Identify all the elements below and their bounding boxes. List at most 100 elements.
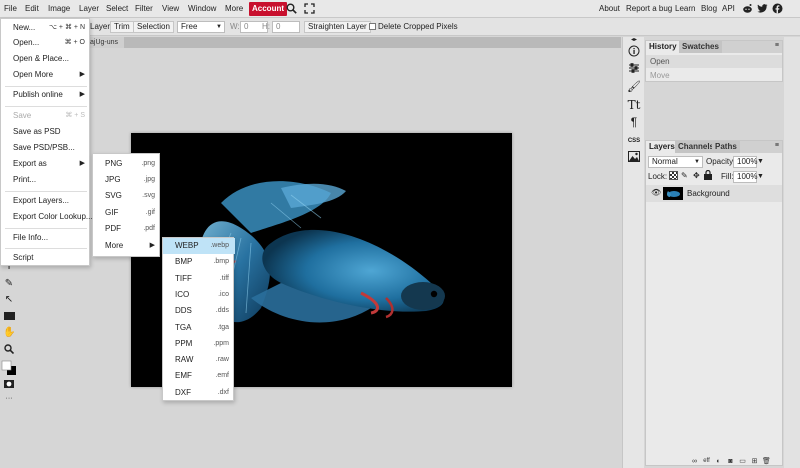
facebook-icon[interactable] (772, 3, 783, 14)
menu-item-save-as-psd[interactable]: Save as PSD (1, 124, 91, 140)
adjustment-layer-icon[interactable]: ◐ (714, 457, 723, 466)
lock-all-icon[interactable] (704, 169, 712, 182)
export-svg[interactable]: SVG .svg (93, 188, 161, 204)
export-ico[interactable]: ICO .ico (163, 287, 235, 303)
opacity-dropdown-icon[interactable]: ▼ (757, 156, 764, 168)
menu-window[interactable]: Window (188, 0, 216, 18)
zoom-tool-icon[interactable] (3, 344, 15, 356)
trim-button[interactable]: Trim (110, 21, 134, 33)
more-tools-icon[interactable]: ··· (3, 393, 15, 405)
panel-menu-icon[interactable]: ≡ (775, 142, 779, 149)
account-button[interactable]: Account (249, 2, 287, 16)
link-report-bug[interactable]: Report a bug (626, 0, 672, 18)
export-raw[interactable]: RAW .raw (163, 352, 235, 368)
delete-layer-icon[interactable]: 🗑 (762, 457, 771, 466)
menu-item-open[interactable]: Open... ⌘ + O (1, 35, 91, 51)
menu-item-save[interactable]: Save ⌘ + S (1, 108, 91, 124)
export-dxf[interactable]: DXF .dxf (163, 385, 235, 401)
link-layers-icon[interactable]: ∞ (690, 457, 699, 466)
link-blog[interactable]: Blog (701, 0, 717, 18)
menu-image[interactable]: Image (48, 0, 70, 18)
export-jpg[interactable]: JPG .jpg (93, 172, 161, 188)
image-icon[interactable] (627, 151, 641, 165)
fullscreen-icon[interactable] (304, 3, 315, 14)
export-tiff[interactable]: TIFF .tiff (163, 271, 235, 287)
menu-item-file-info[interactable]: File Info... (1, 230, 91, 246)
panel-scrollbar[interactable] (784, 37, 800, 468)
menu-item-new[interactable]: New... ⌥ + ⌘ + N (1, 20, 91, 36)
menu-item-publish-online[interactable]: Publish online ▶ (1, 87, 91, 103)
menu-item-print[interactable]: Print... (1, 172, 91, 188)
menu-item-export-color-lookup[interactable]: Export Color Lookup... (1, 209, 93, 225)
new-layer-icon[interactable]: ⊞ (750, 457, 759, 466)
search-icon[interactable] (286, 3, 297, 14)
history-entry[interactable]: Open (646, 55, 782, 68)
lock-position-icon[interactable]: ✥ (693, 170, 700, 182)
delete-cropped-checkbox[interactable]: Delete Cropped Pixels (369, 21, 458, 33)
link-about[interactable]: About (599, 0, 620, 18)
menu-file[interactable]: File (4, 0, 17, 18)
collapse-panels-icon[interactable]: ◂▸ (627, 36, 641, 44)
link-learn[interactable]: Learn (675, 0, 695, 18)
tab-swatches[interactable]: Swatches (679, 41, 722, 53)
menu-item-save-psd-psb[interactable]: Save PSD/PSB... (1, 140, 91, 156)
checkbox-box[interactable] (369, 23, 376, 30)
export-pdf[interactable]: PDF .pdf (93, 221, 161, 237)
selection-button[interactable]: Selection (133, 21, 174, 33)
menu-more[interactable]: More (225, 0, 243, 18)
lock-pixels-icon[interactable]: ✎ (681, 170, 688, 182)
tab-history[interactable]: History (646, 41, 680, 53)
menu-edit[interactable]: Edit (25, 0, 39, 18)
opacity-input[interactable]: 100% (733, 156, 757, 168)
export-more[interactable]: More ▶ (93, 238, 161, 254)
layer-mask-icon[interactable]: ◙ (726, 457, 735, 466)
fill-dropdown-icon[interactable]: ▼ (757, 171, 764, 183)
info-icon[interactable] (627, 45, 641, 59)
blend-mode-select[interactable]: Normal ▼ (648, 156, 703, 168)
document-tab[interactable]: ajUg-uns (88, 37, 124, 48)
lock-transparency-icon[interactable] (669, 171, 678, 180)
adjustments-icon[interactable] (627, 62, 641, 76)
brush-settings-icon[interactable]: 🖌 (627, 80, 641, 94)
reddit-icon[interactable] (742, 3, 753, 14)
menu-item-script[interactable]: Script (1, 250, 91, 266)
tab-paths[interactable]: Paths (712, 141, 740, 153)
export-bmp[interactable]: BMP .bmp (163, 254, 235, 270)
height-input[interactable]: 0 (272, 21, 300, 33)
twitter-icon[interactable] (757, 3, 768, 14)
menu-filter[interactable]: Filter (135, 0, 153, 18)
menu-item-export-layers[interactable]: Export Layers... (1, 193, 91, 209)
hand-tool-icon[interactable]: ✋ (3, 327, 15, 339)
straighten-layer-button[interactable]: Straighten Layer (304, 21, 371, 33)
layer-name[interactable]: Background (687, 185, 730, 202)
character-icon[interactable]: Tt (627, 98, 641, 112)
paragraph-icon[interactable]: ¶ (627, 115, 641, 129)
menu-view[interactable]: View (162, 0, 179, 18)
css-icon[interactable]: CSS (627, 134, 641, 148)
export-ppm[interactable]: PPM .ppm (163, 336, 235, 352)
export-png[interactable]: PNG .png (93, 156, 161, 172)
panel-menu-icon[interactable]: ≡ (775, 42, 779, 49)
export-dds[interactable]: DDS .dds (163, 303, 235, 319)
menu-item-open-more[interactable]: Open More ▶ (1, 67, 91, 83)
export-webp[interactable]: WEBP .webp (163, 238, 235, 255)
crop-mode-select[interactable]: Free ▼ (177, 21, 225, 33)
tab-layers[interactable]: Layers (646, 141, 678, 153)
menu-item-open-place[interactable]: Open & Place... (1, 51, 91, 67)
layer-row[interactable]: 👁 Background (646, 185, 782, 202)
effects-icon[interactable]: eff (702, 457, 711, 466)
tab-channels[interactable]: Channels (675, 141, 718, 153)
rectangle-tool-icon[interactable] (3, 312, 15, 324)
fill-input[interactable]: 100% (733, 171, 757, 183)
visibility-eye-icon[interactable]: 👁 (651, 188, 661, 197)
quick-mask-icon[interactable] (3, 380, 15, 392)
new-group-icon[interactable]: ▭ (738, 457, 747, 466)
link-api[interactable]: API (722, 0, 735, 18)
export-tga[interactable]: TGA .tga (163, 320, 235, 336)
menu-select[interactable]: Select (106, 0, 128, 18)
menu-item-export-as[interactable]: Export as ▶ (1, 156, 91, 172)
menu-layer[interactable]: Layer (79, 0, 99, 18)
export-gif[interactable]: GIF .gif (93, 205, 161, 221)
export-emf[interactable]: EMF .emf (163, 368, 235, 384)
pen-tool-icon[interactable]: ✎ (3, 278, 15, 290)
